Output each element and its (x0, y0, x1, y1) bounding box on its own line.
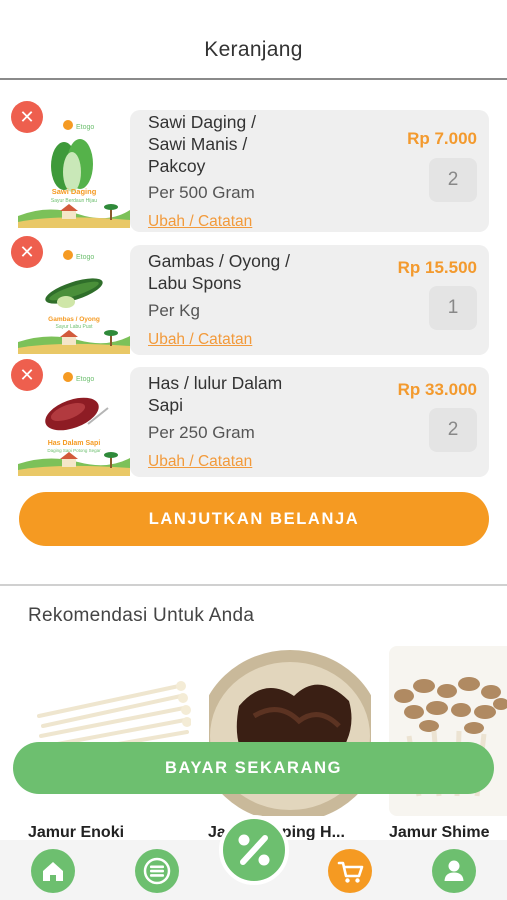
thumb-brand: Etogo (76, 376, 94, 383)
user-icon[interactable] (432, 849, 476, 893)
thumb-brand: Etogo (76, 254, 94, 261)
quantity-field[interactable]: 2 (429, 408, 477, 452)
pay-now-button[interactable]: BAYAR SEKARANG (13, 742, 494, 794)
page-title: Keranjang (204, 38, 303, 61)
section-divider (0, 584, 507, 586)
bokchoy-image: Etogo Sawi Daging Sayur Berdaun Hijau (18, 114, 130, 228)
remove-item-button[interactable]: ✕ (11, 236, 43, 268)
close-icon: ✕ (19, 365, 35, 385)
thumb-brand: Etogo (76, 124, 94, 131)
product-thumbnail: Etogo Sawi Daging Sayur Berdaun Hijau (18, 114, 130, 228)
edit-note-link[interactable]: Ubah / Catatan (148, 453, 252, 471)
cart-item: Has / lulur Dalam Sapi Per 250 Gram Ubah… (130, 367, 489, 477)
item-unit: Per 250 Gram (148, 423, 255, 442)
quantity-field[interactable]: 2 (429, 158, 477, 202)
item-name: Sawi Daging / Sawi Manis / Pakcoy (148, 112, 256, 176)
recommendations-title: Rekomendasi Untuk Anda (28, 605, 255, 626)
thumb-subtitle: Sayur Berdaun Hijau (51, 198, 97, 204)
menu-icon[interactable] (135, 849, 179, 893)
item-price: Rp 33.000 (397, 380, 477, 399)
item-price: Rp 7.000 (407, 129, 477, 148)
remove-item-button[interactable]: ✕ (11, 359, 43, 391)
edit-note-link[interactable]: Ubah / Catatan (148, 331, 252, 349)
cart-page: Keranjang Sawi Daging / Sawi Manis / Pak… (0, 0, 507, 900)
home-icon[interactable] (31, 849, 75, 893)
thumb-subtitle: Daging Sapi Potong Segar (47, 448, 101, 453)
item-name: Has / lulur Dalam Sapi (148, 373, 283, 415)
remove-item-button[interactable]: ✕ (11, 101, 43, 133)
close-icon: ✕ (19, 107, 35, 127)
edit-note-link[interactable]: Ubah / Catatan (148, 213, 252, 231)
cart-item: Sawi Daging / Sawi Manis / Pakcoy Per 50… (130, 110, 489, 232)
close-icon: ✕ (19, 242, 35, 262)
item-price: Rp 15.500 (397, 258, 477, 277)
quantity-field[interactable]: 1 (429, 286, 477, 330)
thumb-title: Gambas / Oyong (48, 316, 100, 323)
header: Keranjang (0, 0, 507, 80)
thumb-title: Sawi Daging (52, 187, 97, 196)
percent-icon[interactable] (219, 815, 289, 885)
item-unit: Per Kg (148, 301, 200, 320)
thumb-subtitle: Sayur Labu Pust (56, 324, 94, 330)
cart-item: Gambas / Oyong / Labu Spons Per Kg Ubah … (130, 245, 489, 355)
item-unit: Per 500 Gram (148, 183, 255, 202)
cart-icon[interactable] (328, 849, 372, 893)
item-name: Gambas / Oyong / Labu Spons (148, 251, 291, 293)
thumb-title: Has Dalam Sapi (48, 440, 101, 447)
continue-shopping-button[interactable]: LANJUTKAN BELANJA (19, 492, 489, 546)
